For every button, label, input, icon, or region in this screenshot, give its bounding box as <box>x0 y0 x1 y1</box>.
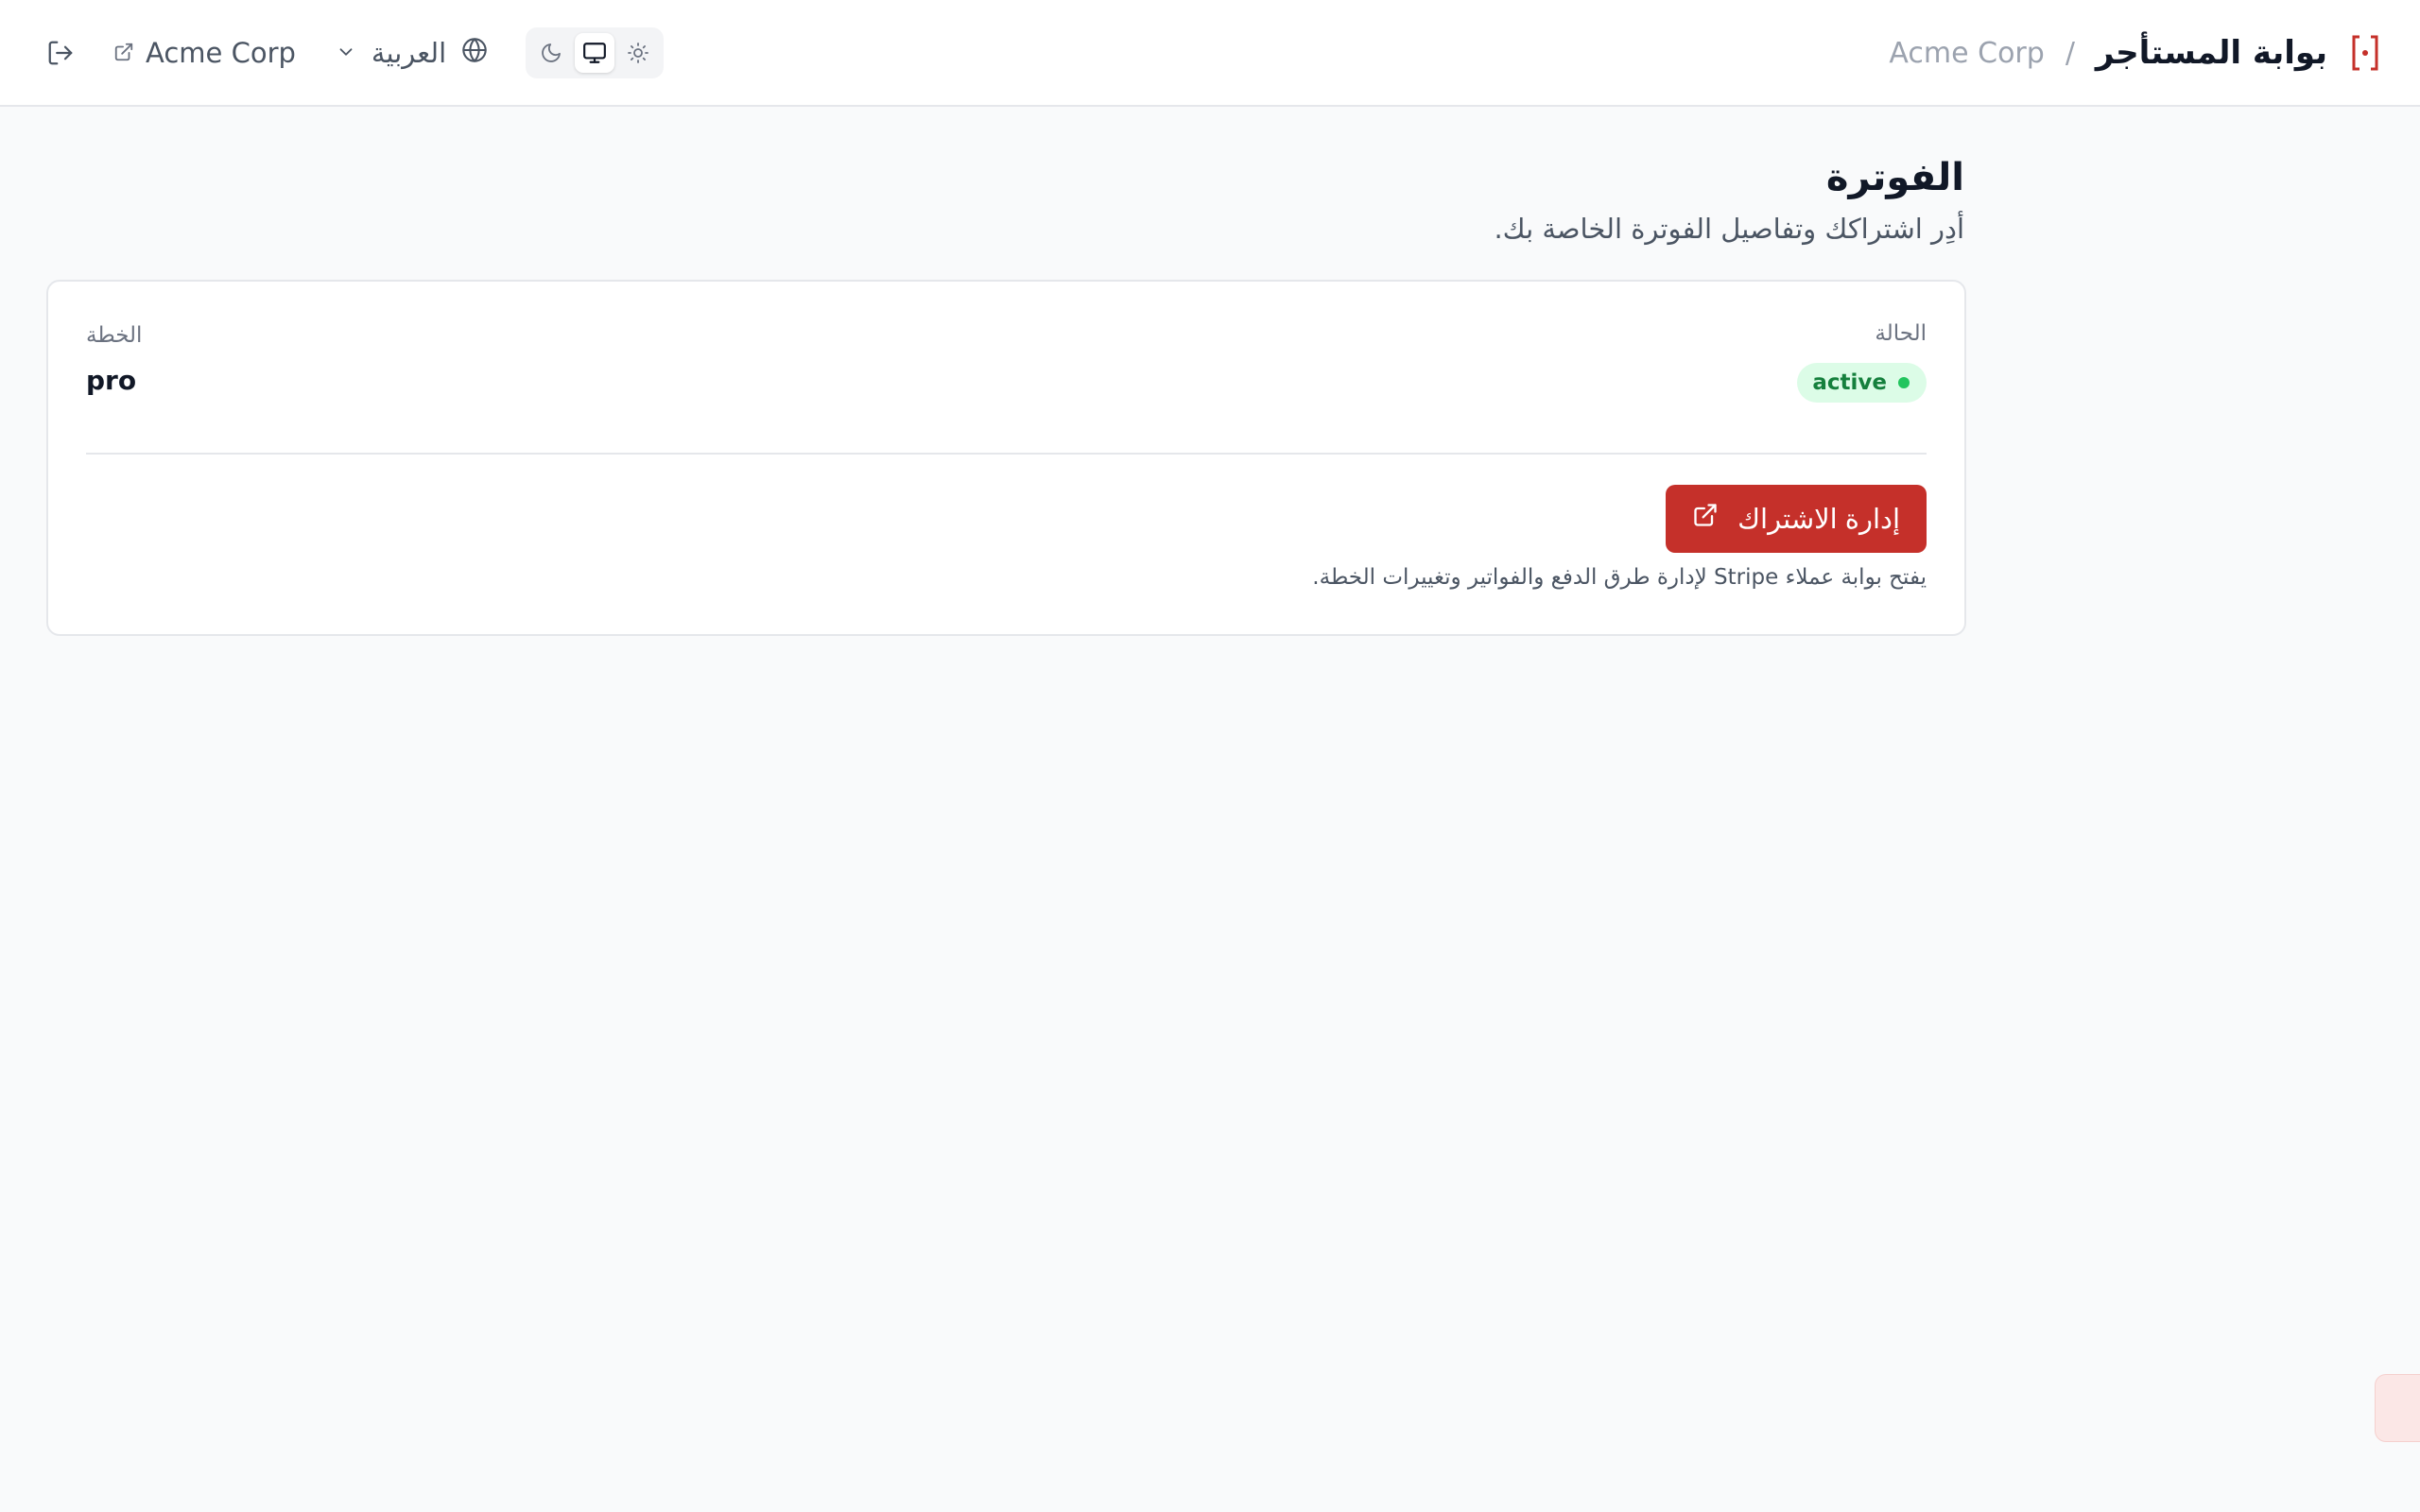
status-value: active <box>1812 370 1887 395</box>
status-badge: active <box>1797 363 1927 403</box>
brand: بوابة المستأجر / Acme Corp <box>1889 26 2382 79</box>
manage-subscription-button[interactable]: إدارة الاشتراك <box>1666 485 1927 553</box>
status-field: الحالة active <box>1797 321 1927 403</box>
monitor-icon[interactable] <box>575 33 615 73</box>
header-controls: Acme Corp العربية <box>42 25 665 81</box>
manage-note: يفتح بوابة عملاء Stripe لإدارة طرق الدفع… <box>1312 565 1927 590</box>
card-divider <box>86 453 1927 455</box>
chevron-down-icon <box>336 37 356 69</box>
external-link-icon <box>113 37 134 69</box>
logout-icon[interactable] <box>42 34 79 72</box>
theme-toggle <box>526 27 665 78</box>
floating-widget-tab[interactable] <box>2375 1374 2420 1442</box>
manage-subscription-label: إدارة الاشتراك <box>1737 504 1900 535</box>
billing-card: الحالة active الخطة pro إدارة الاشتراك ي… <box>46 280 1966 636</box>
page-title: الفوترة <box>1825 156 1964 199</box>
breadcrumb-tenant: Acme Corp <box>1889 36 2045 70</box>
plan-field: الخطة pro <box>86 323 142 396</box>
status-label: الحالة <box>1875 321 1927 346</box>
breadcrumb-separator: / <box>2065 36 2075 70</box>
page-subtitle: أدِر اشتراكك وتفاصيل الفوترة الخاصة بك. <box>1494 213 1964 245</box>
status-dot-icon <box>1898 377 1910 388</box>
page-heading: الفوترة أدِر اشتراكك وتفاصيل الفوترة الخ… <box>641 151 1964 248</box>
sun-icon[interactable] <box>618 33 658 73</box>
moon-icon[interactable] <box>531 33 571 73</box>
bracket-dot-logo-icon[interactable] <box>2348 31 2382 75</box>
plan-value: pro <box>86 365 137 396</box>
language-select[interactable]: العربية <box>336 37 488 70</box>
top-bar: بوابة المستأجر / Acme Corp Acme Corp الع… <box>0 0 2420 107</box>
tenant-site-link[interactable]: Acme Corp <box>113 37 296 69</box>
app-title: بوابة المستأجر <box>2095 34 2327 72</box>
tenant-link-label: Acme Corp <box>146 37 296 69</box>
plan-label: الخطة <box>86 323 143 348</box>
globe-icon <box>461 37 488 70</box>
external-link-icon <box>1692 502 1719 536</box>
language-label: العربية <box>371 37 447 69</box>
